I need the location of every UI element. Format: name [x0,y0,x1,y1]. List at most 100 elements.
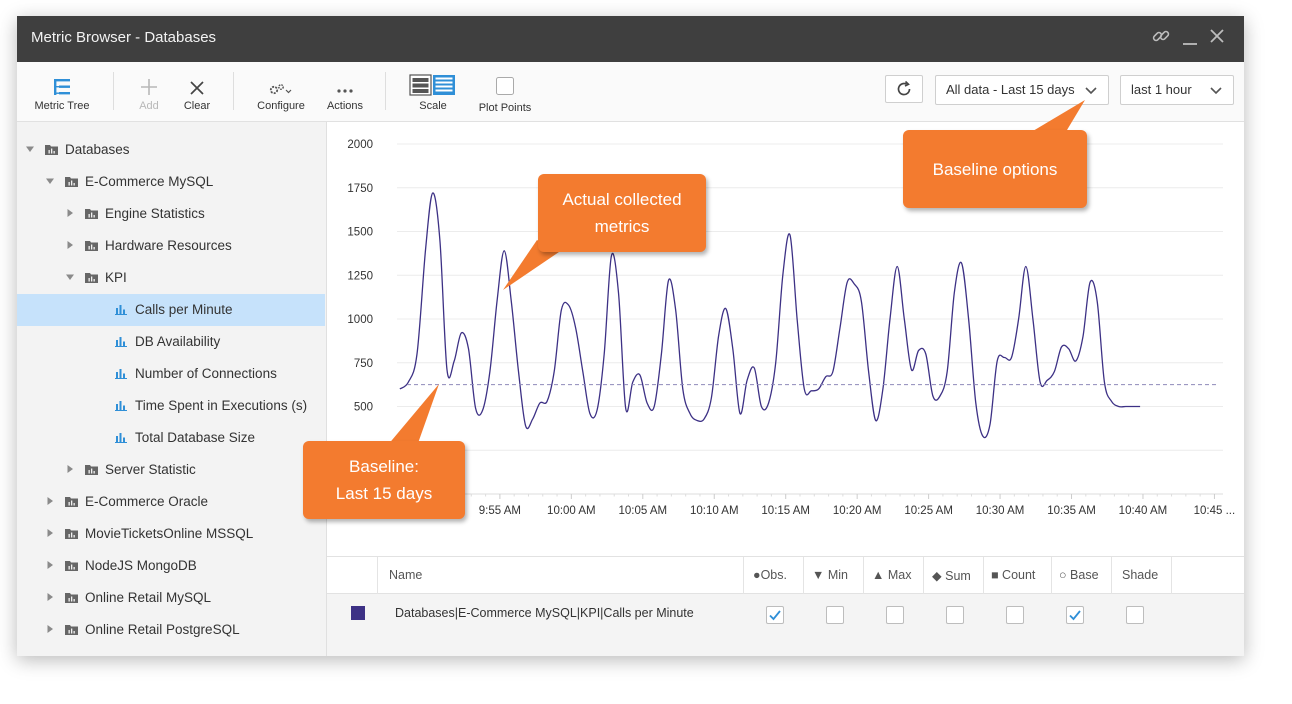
caret-right-icon[interactable] [65,464,75,474]
clear-x-icon [177,62,217,96]
header-min[interactable]: ▼ Min [812,568,848,582]
toolbar-divider [233,72,234,110]
tree-metric-item[interactable]: Calls per Minute [17,294,325,326]
link-icon[interactable] [1150,26,1172,48]
chart-panel: 200017501500125010007505009:50 AM9:55 AM… [327,122,1244,656]
header-base[interactable]: ○ Base [1059,568,1099,582]
tree-folder-item[interactable]: MovieTicketsOnline MSSQL [17,518,325,550]
actions-button[interactable]: Actions [323,62,367,122]
square-icon: ■ [991,568,999,582]
caret-right-icon[interactable] [45,592,55,602]
circle-outline-icon: ○ [1059,568,1067,582]
tree-item-label: Total Database Size [135,430,256,445]
baseline-callout: Baseline: Last 15 days [303,441,465,519]
x-tick-label: 10:00 AM [547,505,596,517]
header-max[interactable]: ▲ Max [872,568,911,582]
tree-metric-item[interactable]: Number of Connections [17,358,325,390]
folder-chart-icon [85,273,98,283]
configure-button[interactable]: Configure [253,62,309,122]
header-obs[interactable]: ●Obs. [753,568,787,582]
tree-folder-item[interactable]: E-Commerce MySQL [17,166,325,198]
tree-folder-item[interactable]: E-Commerce Oracle [17,486,325,518]
folder-chart-icon [85,241,98,251]
clear-button[interactable]: Clear [177,62,217,122]
tree-item-label: E-Commerce Oracle [85,494,209,509]
sum-checkbox[interactable] [946,606,964,624]
shade-checkbox[interactable] [1126,606,1144,624]
max-checkbox[interactable] [886,606,904,624]
folder-chart-icon [85,465,98,475]
gears-icon [253,62,309,96]
caret-right-icon[interactable] [45,496,55,506]
x-tick-label: 10:40 AM [1119,505,1168,517]
bar-chart-icon [115,433,127,443]
tree-item-label: Hardware Resources [105,238,232,253]
x-tick-label: 10:20 AM [833,505,882,517]
tree-metric-item[interactable]: DB Availability [17,326,325,358]
metric-tree-panel: Databases E-Commerce MySQL Engine Statisti… [17,122,327,656]
minimize-icon[interactable] [1179,26,1201,48]
toolbar-divider [113,72,114,110]
caret-down-icon[interactable] [25,144,35,154]
x-tick-label: 9:55 AM [479,505,521,517]
caret-down-icon[interactable] [65,272,75,282]
tree-folder-item[interactable]: Online Retail MySQL [17,582,325,614]
tree-item-label: Online Retail PostgreSQL [85,622,240,637]
caret-down-icon[interactable] [45,176,55,186]
base-checkbox[interactable] [1066,606,1084,624]
tree-item-label: Databases [65,142,130,157]
header-count[interactable]: ■ Count [991,568,1035,582]
plot-points-checkbox[interactable] [477,62,533,96]
baseline-options-callout: Baseline options [903,130,1087,208]
tree-folder-item[interactable]: Online Retail PostgreSQL [17,614,325,646]
header-sum[interactable]: ◆ Sum [932,568,971,583]
time-range-dropdown[interactable]: last 1 hour [1120,75,1234,105]
ellipsis-icon [323,62,367,96]
scale-button[interactable]: Scale [407,62,459,122]
plus-icon [129,62,169,96]
bar-chart-icon [115,369,127,379]
tree-folder-item[interactable]: Databases [17,134,325,166]
series-color-swatch[interactable] [351,606,365,620]
obs-checkbox[interactable] [766,606,784,624]
add-button[interactable]: Add [129,62,169,122]
metric-tree-icon [31,62,93,96]
tree-metric-item[interactable]: Total Database Size [17,422,325,454]
folder-chart-icon [45,145,58,155]
scale-toggle-icon [407,62,459,96]
tree-folder-item[interactable]: Engine Statistics [17,198,325,230]
tree-folder-item[interactable]: Hardware Resources [17,230,325,262]
tree-item-label: Server Statistic [105,462,196,477]
close-icon[interactable] [1206,26,1228,48]
bar-chart-icon [115,401,127,411]
caret-right-icon[interactable] [65,240,75,250]
tree-item-label: E-Commerce MySQL [85,174,214,189]
caret-right-icon[interactable] [65,208,75,218]
tree-metric-item[interactable]: Time Spent in Executions (s) [17,390,325,422]
bar-chart-icon [115,337,127,347]
tree-item-label: Calls per Minute [135,302,233,317]
refresh-button[interactable] [885,75,923,103]
tree-folder-item[interactable]: KPI [17,262,325,294]
header-name: Name [389,568,423,582]
folder-chart-icon [65,625,78,635]
min-checkbox[interactable] [826,606,844,624]
diamond-icon: ◆ [932,569,942,583]
y-tick-label: 2000 [347,139,373,151]
caret-right-icon[interactable] [45,624,55,634]
caret-right-icon[interactable] [45,528,55,538]
metric-tree-button[interactable]: Metric Tree [31,62,93,122]
table-row[interactable]: Databases|E-Commerce MySQL|KPI|Calls per… [327,594,1244,656]
series-name: Databases|E-Commerce MySQL|KPI|Calls per… [395,606,694,620]
count-checkbox[interactable] [1006,606,1024,624]
x-tick-label: 10:30 AM [976,505,1025,517]
folder-chart-icon [65,593,78,603]
y-tick-label: 750 [354,358,373,370]
tree-folder-item[interactable]: Server Statistic [17,454,325,486]
folder-chart-icon [65,497,78,507]
plot-points-toggle[interactable]: Plot Points [477,62,533,122]
tree-folder-item[interactable]: NodeJS MongoDB [17,550,325,582]
y-tick-label: 1250 [347,270,373,282]
caret-right-icon[interactable] [45,560,55,570]
folder-chart-icon [65,529,78,539]
